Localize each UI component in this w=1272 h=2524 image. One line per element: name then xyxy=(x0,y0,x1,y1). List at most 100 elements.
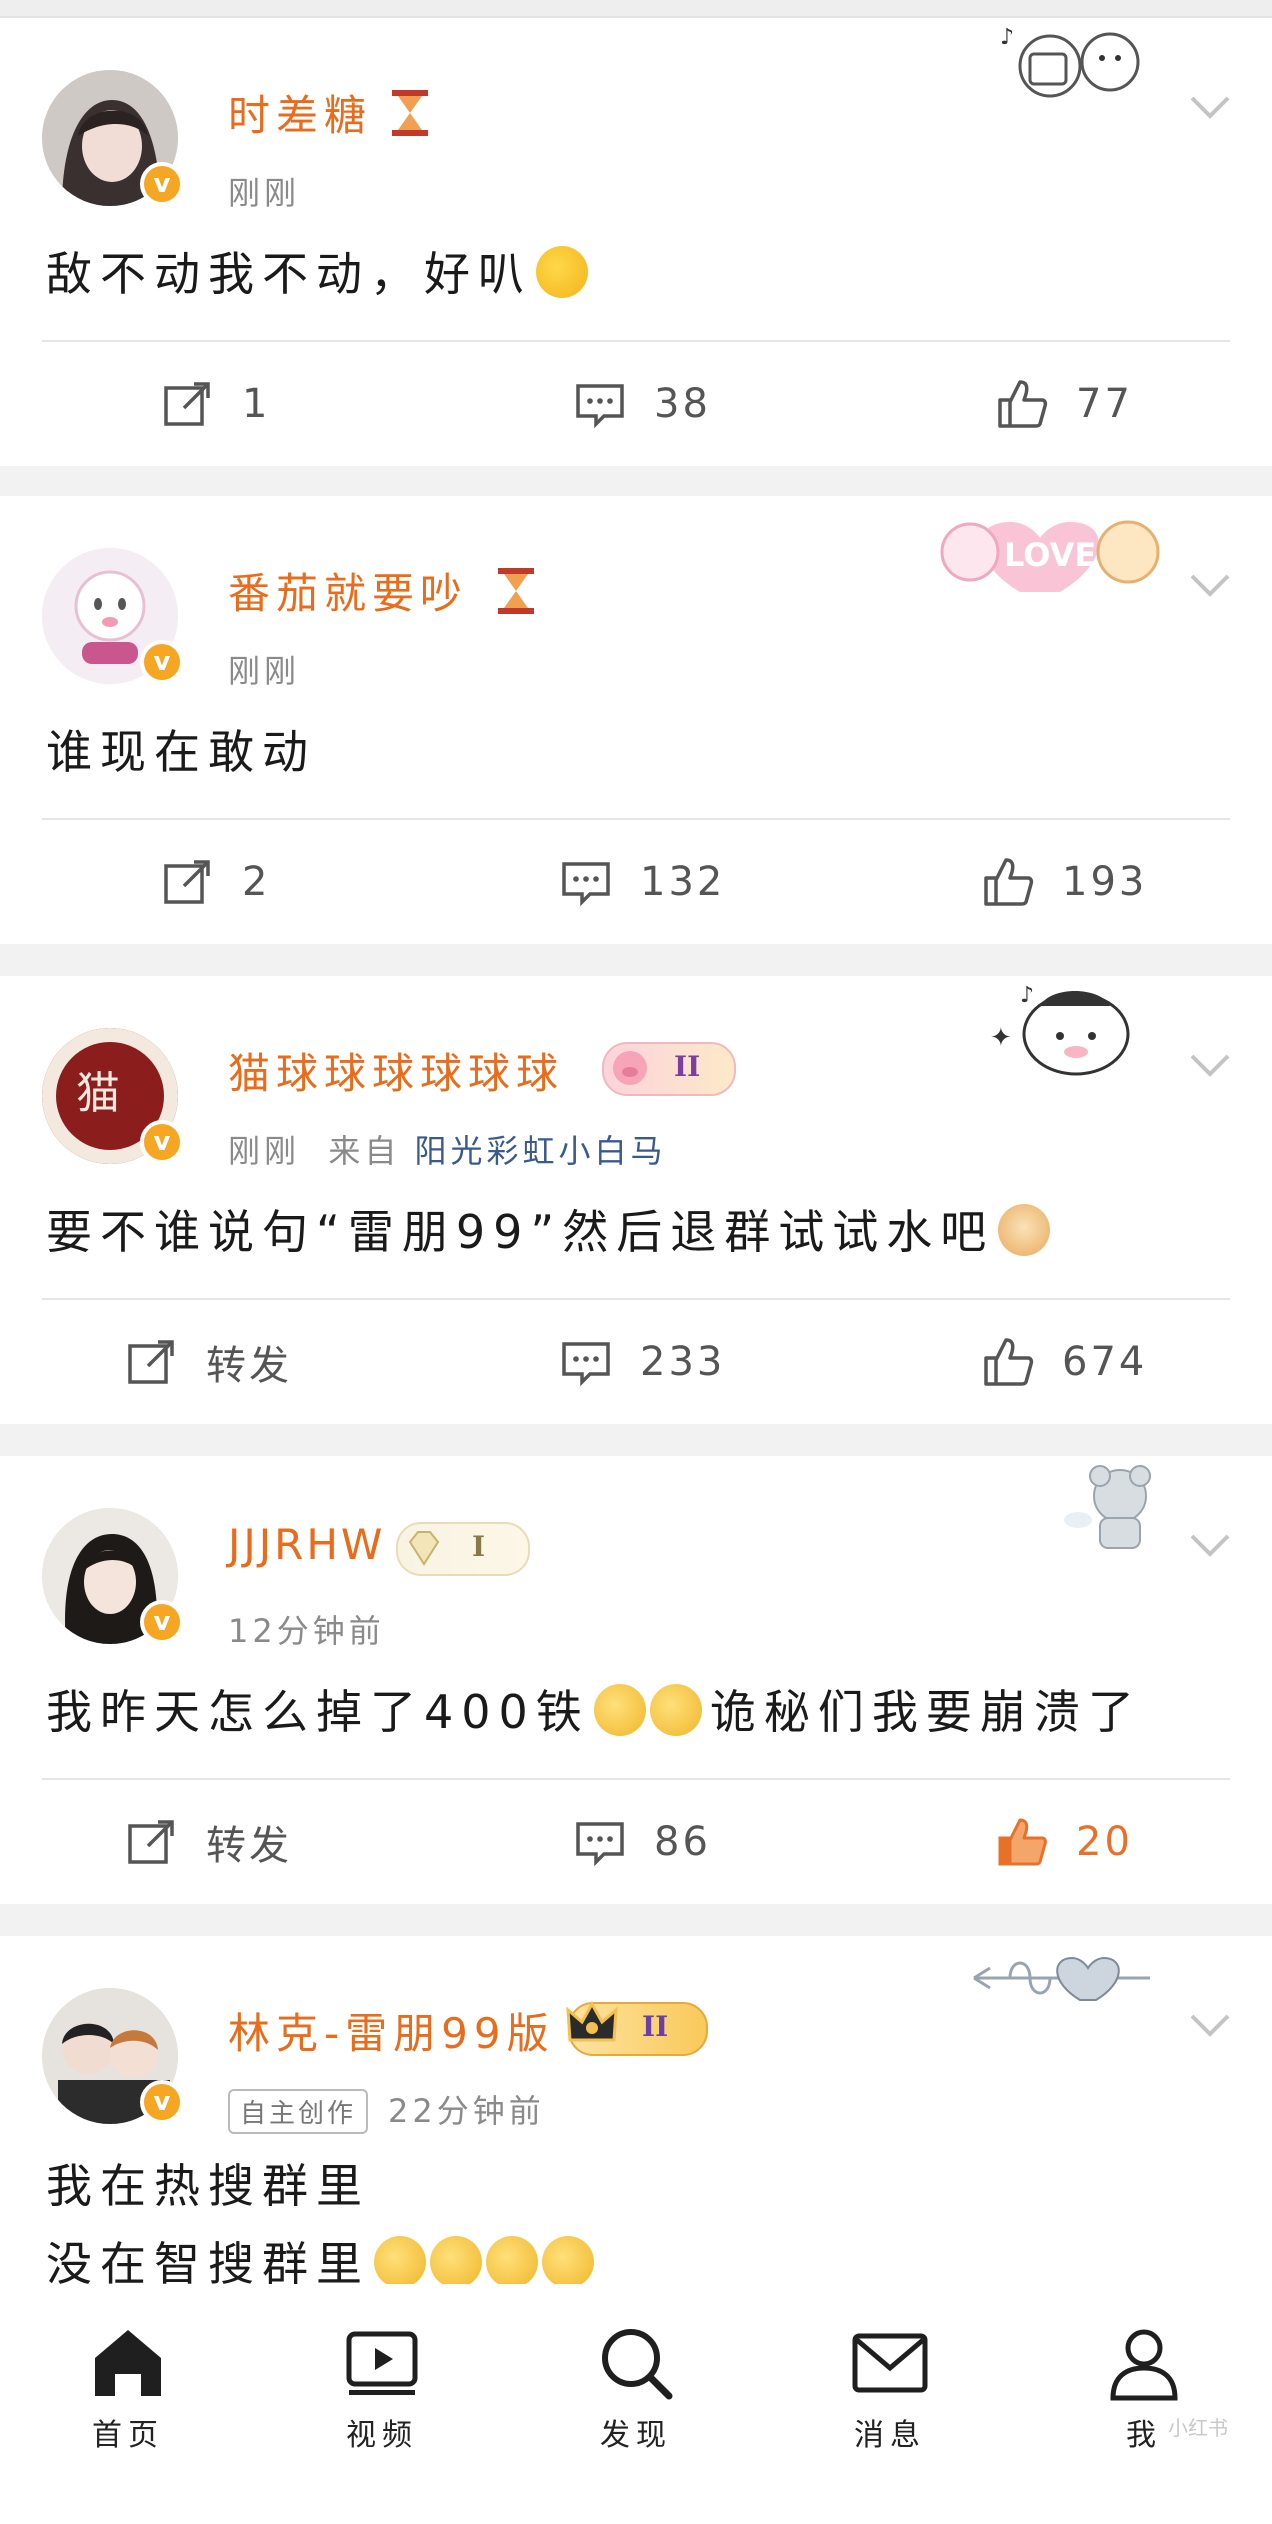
tab-video[interactable]: 视频 xyxy=(302,2324,462,2454)
post-time-text: 刚刚 xyxy=(228,1132,301,1170)
cow-sticker: ✦♪ xyxy=(990,983,1130,1076)
post-text-line: 要不谁说句“雷朋99”然后退群试试水吧 xyxy=(46,1205,995,1259)
post-card[interactable]: v JJJRHW I 12分钟前 我昨天怎么掉了400铁 诡秘们我要崩溃了 转发 … xyxy=(0,1456,1272,1904)
repost-count: 1 xyxy=(242,381,271,427)
repost-button[interactable]: 转发 xyxy=(126,1812,292,1872)
post-text-line: 没在智搜群里 xyxy=(46,2237,370,2291)
bottom-tab-bar: 首页 视频 发现 消息 我 xyxy=(0,2284,1272,2524)
comment-button[interactable]: 86 xyxy=(574,1812,711,1872)
tear-smile-emoji-icon xyxy=(536,246,588,298)
like-button[interactable]: 674 xyxy=(982,1332,1147,1392)
diamond-icon xyxy=(408,1531,440,1566)
post-time-text: 刚刚 xyxy=(228,174,301,212)
tab-video-label: 视频 xyxy=(346,2418,418,2453)
face-emoji-icon xyxy=(649,1684,702,1736)
comment-button[interactable]: 233 xyxy=(560,1332,725,1392)
post-card[interactable]: 猫 v 猫球球球球球球 II 刚刚 来自 阳光彩虹小白马 ✦ ♪ 要不谁说句“雷朋… xyxy=(0,976,1272,1424)
video-icon xyxy=(346,2331,418,2395)
comment-icon xyxy=(562,862,610,907)
verified-badge-icon: v xyxy=(140,640,184,684)
hourglass-icon xyxy=(498,568,534,614)
comment-count: 233 xyxy=(640,1339,726,1385)
post-text: 我昨天怎么掉了400铁 诡秘们我要崩溃了 xyxy=(46,1672,1142,1752)
chevron-down-icon[interactable] xyxy=(1188,1050,1232,1080)
comment-count: 38 xyxy=(654,381,711,427)
post-time-text: 22分钟前 xyxy=(388,2092,545,2130)
repost-button[interactable]: 2 xyxy=(162,852,270,912)
comment-icon xyxy=(562,1342,610,1387)
source-prefix: 来自 xyxy=(328,1132,401,1170)
post-time: 刚刚 来自 阳光彩虹小白马 xyxy=(228,1126,667,1172)
like-button[interactable]: 20 xyxy=(996,1812,1133,1872)
like-button[interactable]: 193 xyxy=(982,852,1147,912)
chevron-down-icon[interactable] xyxy=(1188,2010,1232,2040)
original-content-tag: 自主创作 xyxy=(228,2089,369,2134)
post-text-line: 我昨天怎么掉了400铁 xyxy=(46,1685,590,1739)
post-text-line: 诡秘们我要崩溃了 xyxy=(709,1685,1142,1739)
hourglass-icon xyxy=(392,90,428,136)
repost-icon xyxy=(164,382,210,426)
divider xyxy=(42,340,1230,342)
post-text: 敌不动我不动，好叭 xyxy=(46,234,588,314)
repost-label: 转发 xyxy=(206,1343,292,1389)
thumbs-up-icon xyxy=(984,858,1034,906)
post-time: 自主创作 22分钟前 xyxy=(228,2086,545,2134)
thumbs-up-icon xyxy=(998,1818,1047,1866)
post-time-text: 刚刚 xyxy=(228,652,301,690)
crown-icon xyxy=(566,2000,618,2042)
watermark: 小红书 xyxy=(1168,2416,1228,2440)
level-badge-text: II xyxy=(674,1050,701,1083)
username[interactable]: JJJRHW xyxy=(228,1520,385,1569)
tab-messages-label: 消息 xyxy=(854,2418,926,2453)
tab-messages[interactable]: 消息 xyxy=(810,2324,970,2454)
svg-text:♪: ♪ xyxy=(1020,983,1034,1008)
home-icon xyxy=(95,2330,161,2396)
tab-home[interactable]: 首页 xyxy=(48,2324,208,2454)
username[interactable]: 时差糖 xyxy=(228,82,372,143)
divider xyxy=(42,818,1230,820)
crying-emoji-icon xyxy=(542,2236,594,2288)
tab-home-label: 首页 xyxy=(92,2418,164,2453)
love-sticker-text: LOVE xyxy=(1004,536,1096,574)
like-button[interactable]: 77 xyxy=(996,374,1133,434)
post-time: 刚刚 xyxy=(228,168,300,214)
repost-button[interactable]: 1 xyxy=(162,374,270,434)
tab-discover-label: 发现 xyxy=(600,2418,672,2453)
verified-badge-icon: v xyxy=(140,162,184,206)
chevron-down-icon[interactable] xyxy=(1188,92,1232,122)
heart-arrow-sticker xyxy=(973,1956,1150,2001)
like-count: 77 xyxy=(1076,381,1133,427)
chevron-down-icon[interactable] xyxy=(1188,1530,1232,1560)
username[interactable]: 林克-雷朋99版 xyxy=(228,2000,555,2061)
crying-emoji-icon xyxy=(430,2236,482,2288)
level-badge: II xyxy=(566,2000,708,2056)
comment-count: 132 xyxy=(640,859,726,905)
repost-label: 转发 xyxy=(206,1823,292,1869)
bear-sticker xyxy=(1064,1465,1151,1549)
pig-icon xyxy=(613,1051,647,1085)
post-time-text: 12分钟前 xyxy=(228,1612,385,1650)
divider xyxy=(42,1298,1230,1300)
repost-button[interactable]: 转发 xyxy=(126,1332,292,1392)
like-count: 20 xyxy=(1076,1819,1133,1865)
chevron-down-icon[interactable] xyxy=(1188,570,1232,600)
post-source[interactable]: 阳光彩虹小白马 xyxy=(415,1132,667,1170)
comment-button[interactable]: 132 xyxy=(560,852,725,912)
profile-icon xyxy=(1110,2329,1178,2401)
like-count: 674 xyxy=(1062,1339,1148,1385)
post-card[interactable]: v 时差糖 刚刚 ♪ 敌不动我不动，好叭 1 38 77 xyxy=(0,18,1272,466)
post-time: 12分钟前 xyxy=(228,1606,385,1652)
level-badge-text: I xyxy=(472,1530,486,1563)
svg-text:✦: ✦ xyxy=(990,1023,1012,1053)
username[interactable]: 猫球球球球球球 xyxy=(228,1040,564,1101)
post-card[interactable]: v 番茄就要吵 刚刚 LOVE 谁现在敢动 2 132 193 xyxy=(0,496,1272,944)
comment-icon xyxy=(576,1822,624,1867)
post-text: 要不谁说句“雷朋99”然后退群试试水吧 xyxy=(46,1192,1051,1272)
comment-count: 86 xyxy=(654,1819,711,1865)
post-text-line: 我在热搜群里 xyxy=(46,2159,370,2213)
repost-icon xyxy=(128,1820,174,1864)
tab-discover[interactable]: 发现 xyxy=(556,2324,716,2454)
username[interactable]: 番茄就要吵 xyxy=(228,560,468,621)
post-card[interactable]: v 林克-雷朋99版 II 自主创作 22分钟前 我在热搜群里 没在智搜群里 xyxy=(0,1936,1272,2291)
comment-button[interactable]: 38 xyxy=(574,374,711,434)
